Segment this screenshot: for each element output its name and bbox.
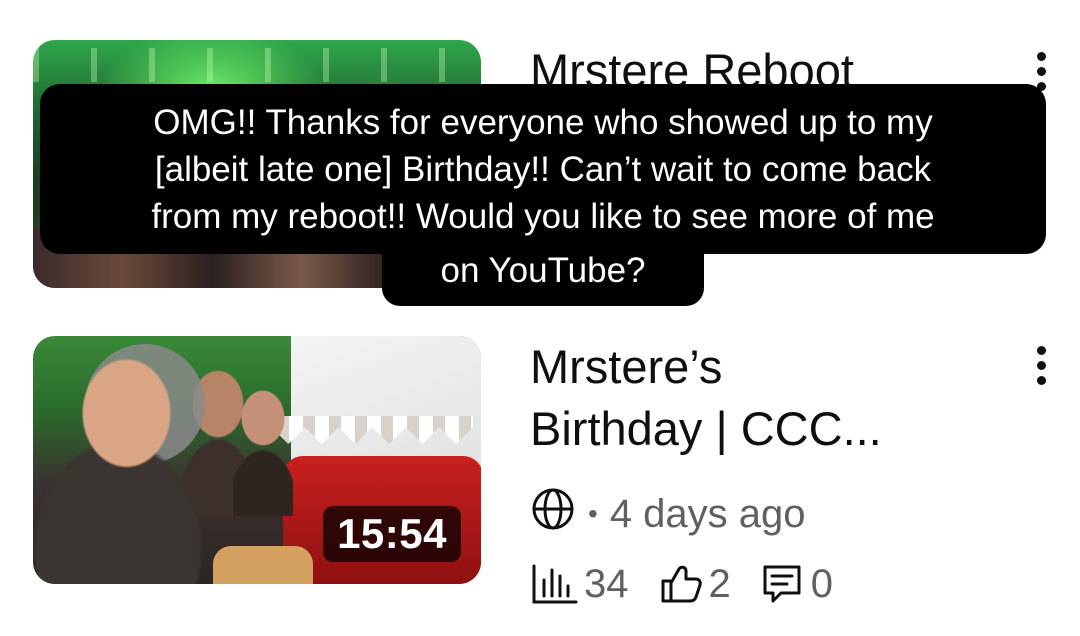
more-dot-icon [1036,345,1046,355]
views-stat: 34 [530,562,629,607]
video-item[interactable]: 15:54 Mrstere’s Birthday | CCC... • 4 da… [0,336,1080,606]
thumbnail-crowd [33,228,481,288]
video-stats: 34 2 0 [530,556,853,612]
video-age: 4 days ago [609,491,806,536]
comment-icon [759,561,805,607]
thumbnail-person [33,346,203,584]
more-dot-icon [1036,66,1046,76]
meta-separator: • [588,498,598,529]
video-title[interactable]: Mrstere Reboot [530,40,960,102]
comments-count: 0 [810,561,833,606]
video-item[interactable]: Mrstere Reboot [0,40,1080,288]
more-options-button[interactable] [1024,342,1058,388]
video-title-line: Mrstere’s [530,340,723,393]
more-dot-icon [1036,51,1046,61]
more-dot-icon [1036,360,1046,370]
duration-badge: 15:54 [323,506,461,562]
more-dot-icon [1036,375,1046,385]
comments-stat: 0 [759,561,833,607]
thumbnail-cake [213,546,313,584]
video-thumbnail[interactable] [33,40,481,288]
views-count: 34 [584,561,629,606]
analytics-icon [530,562,578,606]
video-list-screen: Mrstere Reboot 15:54 Mrstere’s Birthday … [0,0,1080,636]
likes-stat: 2 [657,561,731,607]
more-dot-icon [1036,81,1046,91]
video-thumbnail[interactable]: 15:54 [33,336,481,584]
video-title[interactable]: Mrstere’s Birthday | CCC... [530,336,960,460]
thumbs-up-icon [657,561,703,607]
video-title-line: Birthday | CCC... [530,402,882,455]
likes-count: 2 [708,561,731,606]
video-meta: • 4 days ago [530,486,806,542]
more-options-button[interactable] [1024,48,1058,94]
globe-icon [530,486,576,542]
thumbnail-person [233,376,293,516]
thumbnail-ceiling-lights [33,48,481,82]
